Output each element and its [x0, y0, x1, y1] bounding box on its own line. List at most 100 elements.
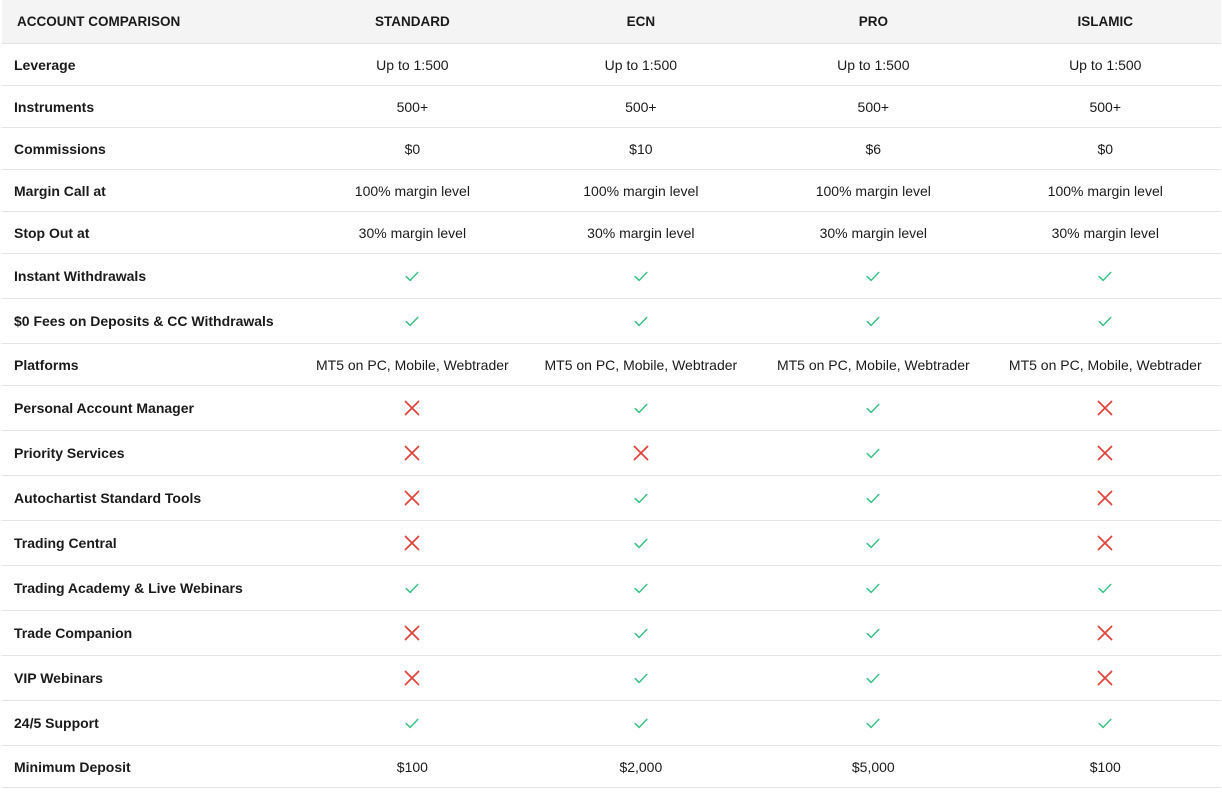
cell-islamic: 500+ [1089, 98, 1122, 115]
cell-ecn: 30% margin level [587, 224, 695, 241]
row-label: Minimum Deposit [14, 758, 131, 775]
cell-ecn: 500+ [625, 98, 657, 115]
cell-islamic: Up to 1:500 [1069, 56, 1142, 73]
table-row: Stop Out at 30% margin level 30% margin le… [2, 212, 1221, 254]
cell-pro [757, 611, 989, 655]
row-label: Trading Central [14, 535, 117, 551]
cell-standard [300, 521, 525, 565]
table-row: Commissions $0 $10 $6 $0 [2, 128, 1221, 170]
cross-icon [402, 398, 422, 418]
cell-pro: MT5 on PC, Mobile, Webtrader [776, 356, 970, 373]
table-row: Minimum Deposit $100 $2,000 $5,000 $100 [2, 746, 1221, 788]
cell-ecn [525, 431, 757, 475]
cell-pro [757, 476, 989, 520]
table-row: Autochartist Standard Tools [2, 476, 1221, 521]
cell-islamic: 100% margin level [1047, 182, 1163, 199]
check-icon [1095, 311, 1115, 331]
cell-islamic [990, 299, 1221, 343]
row-label: VIP Webinars [14, 670, 103, 686]
cell-ecn [525, 611, 757, 655]
cross-icon [402, 533, 422, 553]
cross-icon [1095, 623, 1115, 643]
cell-pro: 100% margin level [815, 182, 931, 199]
row-label: Leverage [14, 56, 76, 73]
cell-pro [757, 431, 989, 475]
check-icon [863, 443, 883, 463]
row-label: Instant Withdrawals [14, 268, 147, 284]
cell-standard: $100 [396, 758, 428, 775]
cell-standard [300, 611, 525, 655]
row-label: Instruments [14, 98, 95, 115]
check-icon [631, 266, 651, 286]
table-row: VIP Webinars [2, 656, 1221, 701]
check-icon [631, 578, 651, 598]
row-label: Margin Call at [14, 182, 106, 199]
check-icon [863, 713, 883, 733]
cell-islamic [990, 431, 1221, 475]
account-comparison-table: ACCOUNT COMPARISON STANDARD ECN PRO ISLA… [2, 0, 1221, 788]
cell-islamic: $100 [1089, 758, 1121, 775]
cell-ecn [525, 521, 757, 565]
cell-pro: 30% margin level [819, 224, 927, 241]
cell-islamic [990, 254, 1221, 298]
table-header-row: ACCOUNT COMPARISON STANDARD ECN PRO ISLA… [2, 0, 1221, 44]
row-label: Autochartist Standard Tools [14, 490, 202, 506]
cross-icon [402, 443, 422, 463]
row-label: Commissions [14, 140, 106, 157]
cross-icon [402, 623, 422, 643]
cell-islamic [990, 566, 1221, 610]
cell-islamic [990, 701, 1221, 745]
check-icon [1095, 578, 1115, 598]
cross-icon [1095, 488, 1115, 508]
check-icon [863, 398, 883, 418]
table-row: Instruments 500+ 500+ 500+ 500+ [2, 86, 1221, 128]
cell-islamic [990, 476, 1221, 520]
table-title: ACCOUNT COMPARISON [17, 14, 181, 29]
check-icon [631, 488, 651, 508]
column-header-ecn: ECN [626, 14, 656, 29]
cell-pro: $5,000 [851, 758, 895, 775]
check-icon [402, 266, 422, 286]
cell-islamic [990, 521, 1221, 565]
cell-ecn [525, 701, 757, 745]
cell-pro [757, 701, 989, 745]
table-row: 24/5 Support [2, 701, 1221, 746]
check-icon [863, 311, 883, 331]
table-row: Trading Central [2, 521, 1221, 566]
cross-icon [402, 668, 422, 688]
check-icon [631, 398, 651, 418]
table-row: Trade Companion [2, 611, 1221, 656]
table-row: Leverage Up to 1:500 Up to 1:500 Up to 1:50… [2, 44, 1221, 86]
table-row: $0 Fees on Deposits & CC Withdrawals [2, 299, 1221, 344]
check-icon [863, 668, 883, 688]
cell-islamic: 30% margin level [1051, 224, 1159, 241]
cell-pro [757, 566, 989, 610]
cell-standard: 100% margin level [354, 182, 470, 199]
check-icon [631, 668, 651, 688]
check-icon [863, 488, 883, 508]
cell-pro: $6 [865, 140, 882, 157]
table-row: Personal Account Manager [2, 386, 1221, 431]
cell-standard: Up to 1:500 [376, 56, 449, 73]
cell-standard [300, 254, 525, 298]
cell-ecn [525, 299, 757, 343]
cell-ecn: 100% margin level [583, 182, 699, 199]
check-icon [631, 311, 651, 331]
check-icon [863, 578, 883, 598]
table-row: Platforms MT5 on PC, Mobile, Webtrader MT5… [2, 344, 1221, 386]
row-label: Platforms [14, 356, 79, 373]
cross-icon [1095, 668, 1115, 688]
check-icon [863, 533, 883, 553]
cell-islamic: MT5 on PC, Mobile, Webtrader [1008, 356, 1202, 373]
cell-ecn [525, 386, 757, 430]
check-icon [863, 266, 883, 286]
cell-standard [300, 476, 525, 520]
cell-ecn [525, 254, 757, 298]
cross-icon [402, 488, 422, 508]
check-icon [402, 578, 422, 598]
cell-standard: 500+ [396, 98, 429, 115]
row-label: $0 Fees on Deposits & CC Withdrawals [14, 313, 274, 329]
check-icon [402, 713, 422, 733]
cross-icon [1095, 533, 1115, 553]
column-header-pro: PRO [858, 14, 888, 29]
